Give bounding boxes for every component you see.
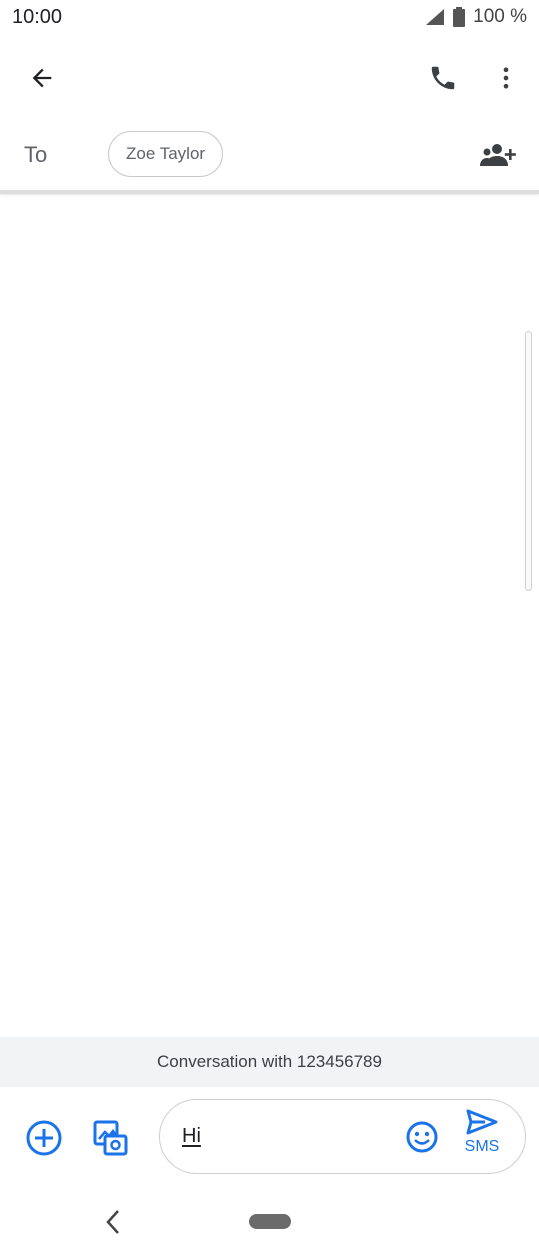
recipient-chip[interactable]: Zoe Taylor [108,131,224,177]
signal-icon [426,9,445,25]
gallery-button[interactable] [86,1114,134,1162]
add-contact-button[interactable] [474,131,522,179]
add-contact-icon [480,144,516,166]
to-label: To [24,142,48,167]
back-button[interactable] [18,54,66,102]
emoji-button[interactable] [398,1113,446,1161]
attach-button[interactable] [20,1114,68,1162]
header-divider [0,190,539,194]
nav-back-button[interactable] [100,1207,126,1242]
battery-icon [453,7,466,27]
send-icon [466,1109,498,1135]
gallery-icon [93,1120,128,1156]
call-button[interactable] [419,54,467,102]
send-button[interactable]: SMS [456,1108,508,1156]
message-input[interactable]: Hi [182,1125,201,1148]
status-time: 10:00 [12,6,63,28]
send-label: SMS [464,1138,500,1155]
nav-home-pill[interactable] [249,1214,291,1229]
battery-percent: 100 % [473,6,527,27]
conversation-banner: Conversation with 123456789 [0,1037,539,1087]
more-options-button[interactable] [482,54,530,102]
more-vert-icon [503,67,509,89]
emoji-icon [406,1121,438,1153]
conversation-banner-text: Conversation with 123456789 [157,1052,382,1071]
add-circle-icon [26,1120,62,1156]
phone-icon [431,66,455,90]
arrow-back-icon [32,68,52,88]
message-scrollbar[interactable] [525,331,532,591]
status-icons: 100 % [425,6,527,28]
recipient-chip-name: Zoe Taylor [126,144,206,163]
nav-back-icon [106,1210,119,1234]
